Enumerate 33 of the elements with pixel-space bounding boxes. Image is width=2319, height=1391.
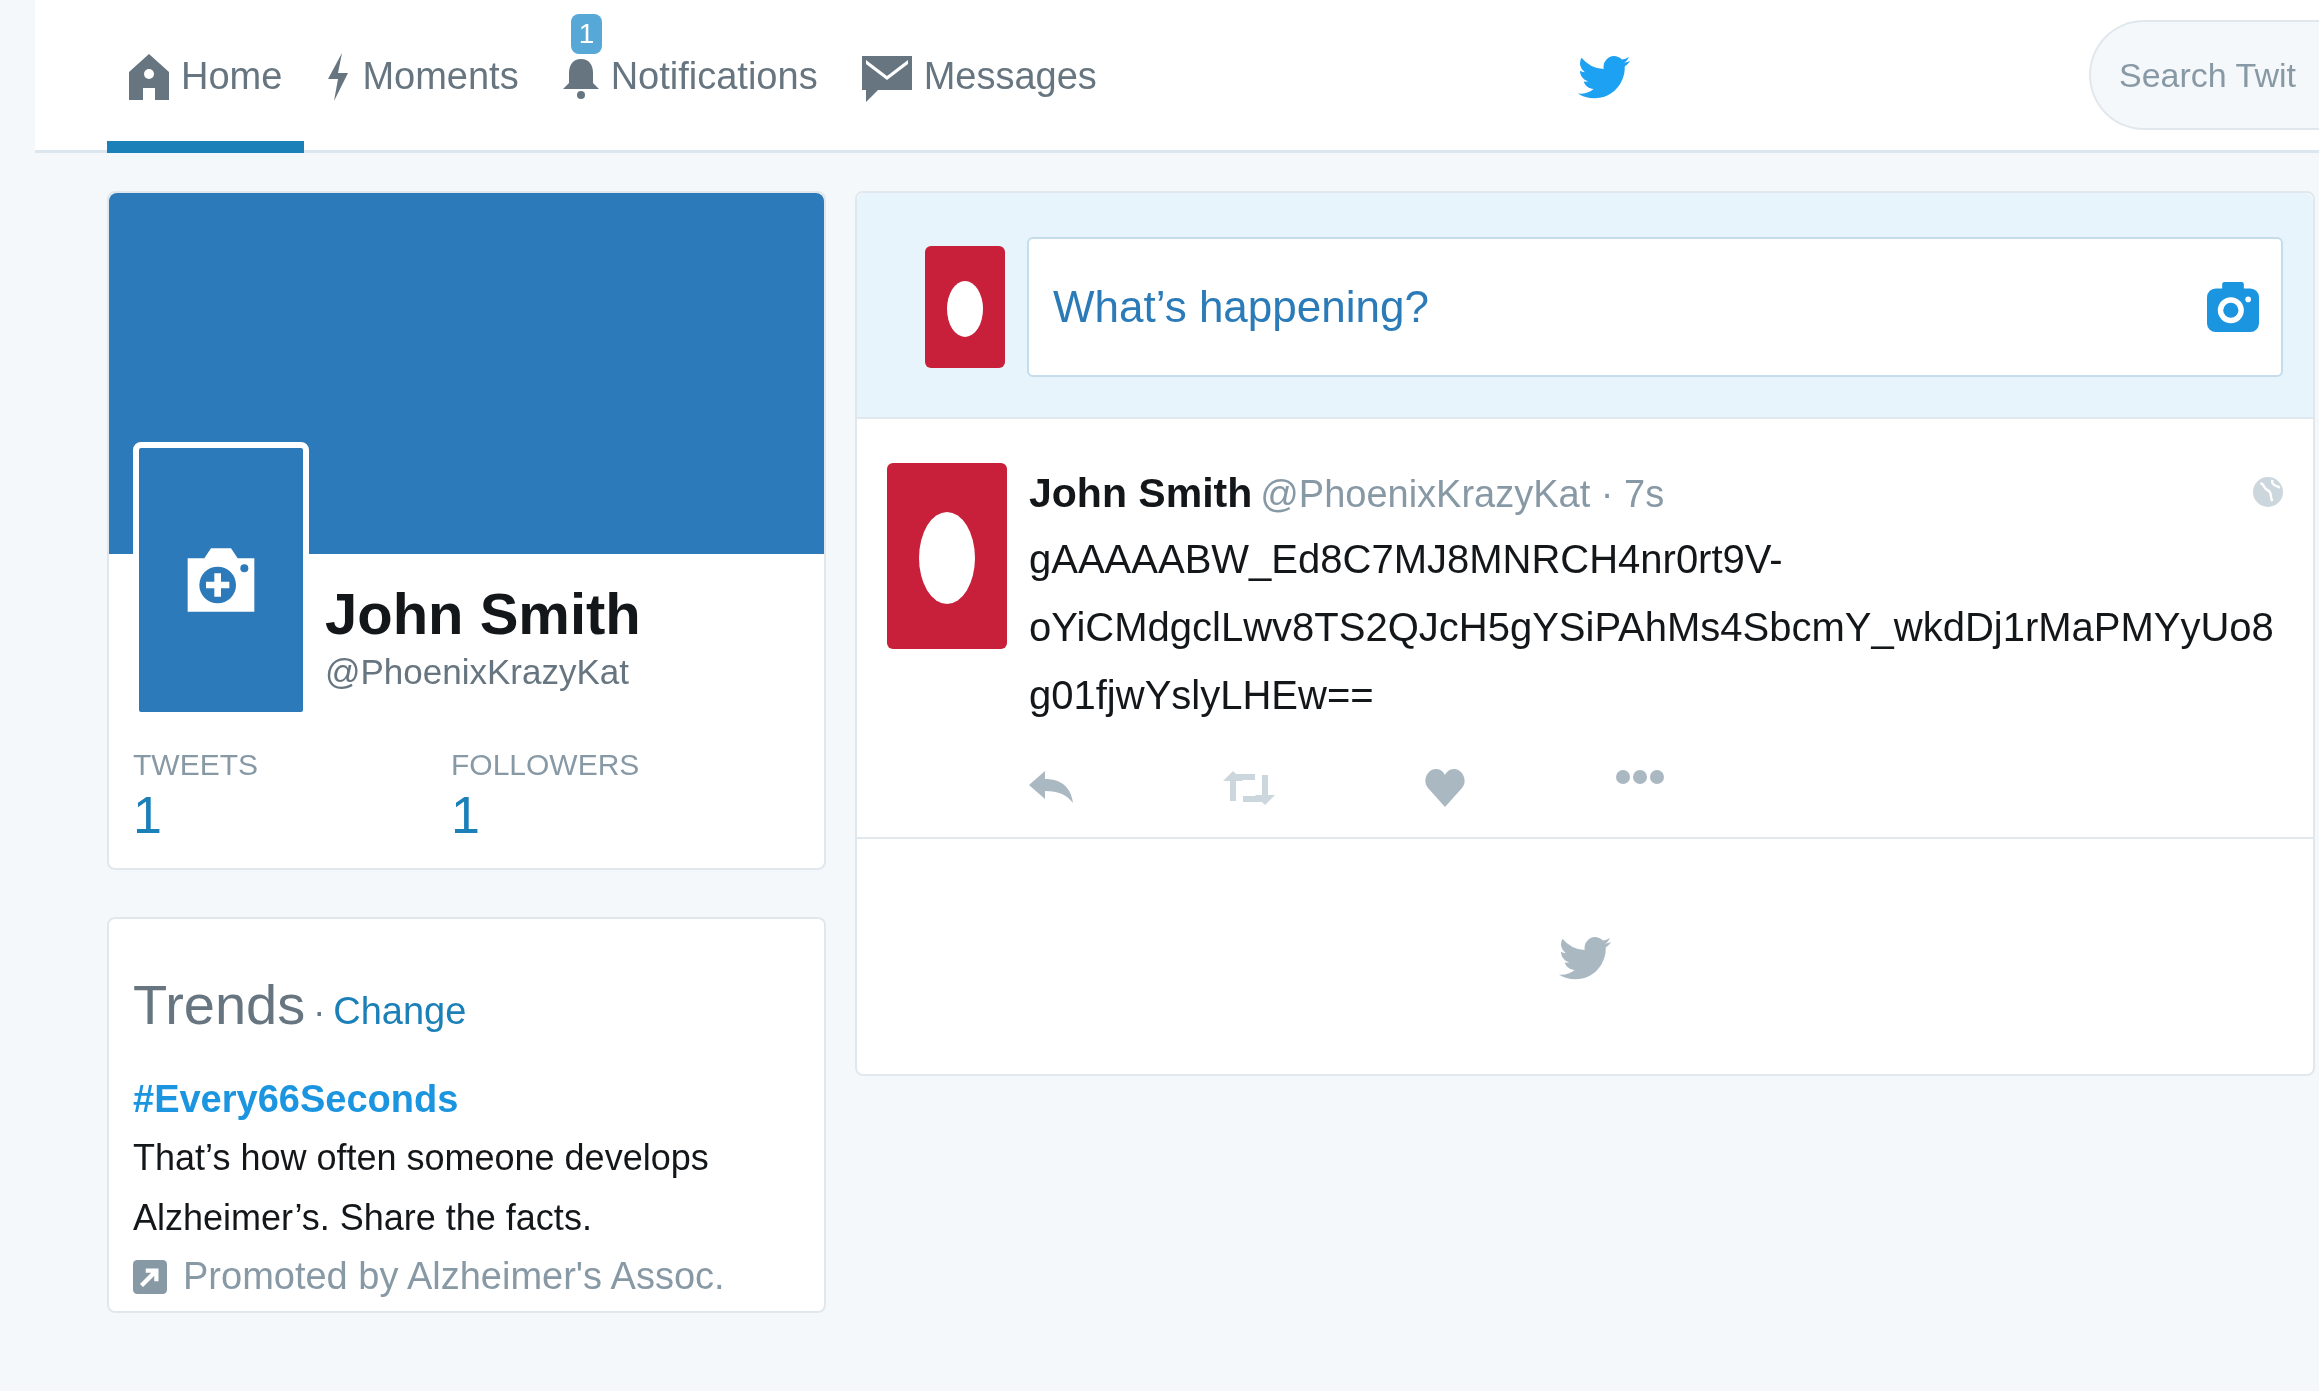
promoted-by-text: Promoted by Alzheimer's Assoc. [183, 1254, 725, 1300]
tweet-author-name[interactable]: John Smith [1029, 463, 1253, 525]
nav-tab[interactable]: Notifications 1 [540, 0, 840, 153]
nav-tab[interactable]: Home [107, 0, 305, 153]
more-icon[interactable] [1615, 768, 1665, 785]
reply-icon[interactable] [1029, 768, 1073, 805]
trend-hashtag[interactable]: #Every66Seconds [133, 1071, 800, 1129]
tweet-text: gAAAAABW_Ed8C7MJ8MNRCH4nr0rt9V-oYiCMdgclLwv8TS2QJcH5gYSiPAhMs4SbcmY_wkdDj1rMaPMYyUo8g01fjwYslyLHEw== [1029, 535, 2275, 719]
change-link[interactable]: Change [333, 983, 467, 1041]
retweet-icon[interactable] [1223, 768, 1275, 807]
trend-description: That’s how often someone develops Alzheimer’s. Share the facts. [133, 1136, 710, 1241]
stat-label[interactable]: TWEETS [133, 742, 451, 787]
tweet-handle-time[interactable]: @PhoenixKrazyKat · 7s [1260, 466, 1665, 523]
profile-name[interactable]: John Smith [325, 582, 641, 646]
separator-dot: · [313, 990, 326, 1035]
user-avatar[interactable] [925, 246, 1005, 368]
profile-handle[interactable]: @PhoenixKrazyKat [325, 645, 641, 699]
promoted-icon [133, 1259, 167, 1294]
stat-value[interactable]: 1 [133, 787, 451, 845]
notification-badge: 1 [570, 14, 603, 54]
globe-icon [2253, 477, 2283, 507]
compose-field[interactable]: What’s happening? [1027, 237, 2283, 377]
heart-icon[interactable] [1425, 768, 1465, 807]
stat-value[interactable]: 1 [451, 787, 769, 845]
trends-title: Trends [133, 972, 306, 1039]
home-icon [129, 53, 169, 100]
stat-label[interactable]: FOLLOWERS [451, 742, 769, 787]
nav-tab[interactable]: Messages [839, 0, 1119, 153]
search-field[interactable]: Search Twit [2089, 20, 2319, 130]
lightning-icon [326, 52, 351, 101]
camera-icon[interactable] [2207, 282, 2259, 332]
nav-tab[interactable]: Moments [304, 0, 541, 153]
tweet-avatar[interactable] [887, 463, 1007, 649]
